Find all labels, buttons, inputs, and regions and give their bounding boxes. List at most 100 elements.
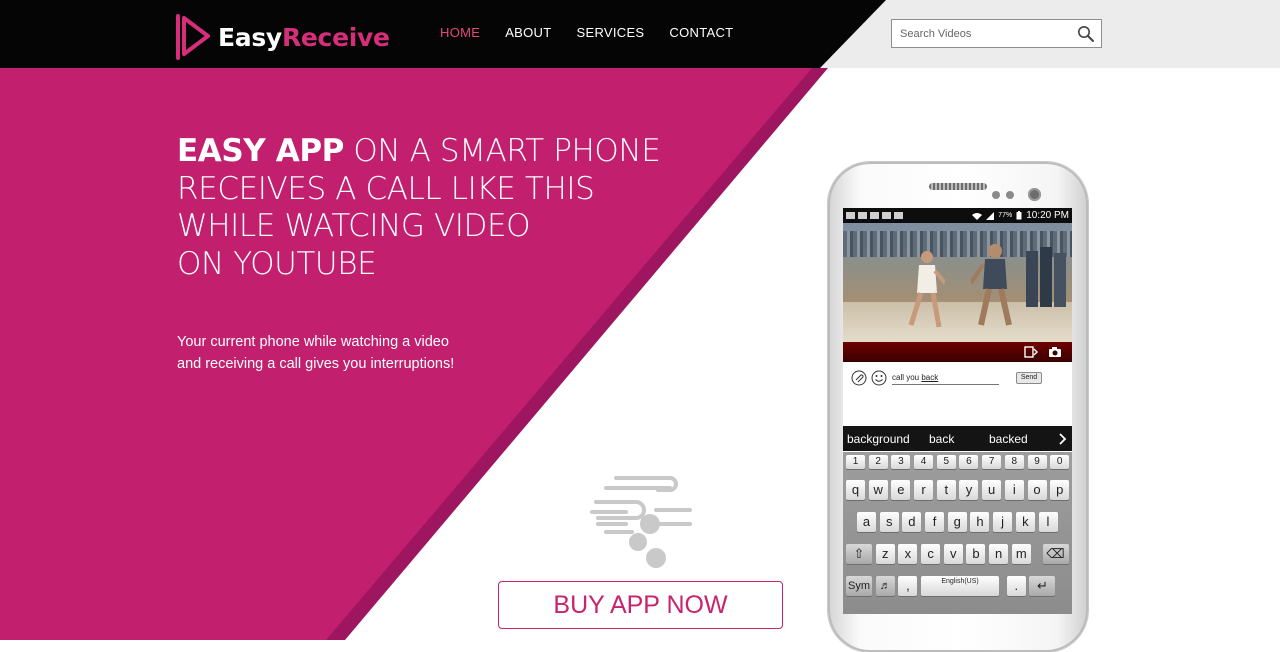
keyboard-key[interactable]: x xyxy=(898,544,918,564)
chevron-right-icon[interactable] xyxy=(1059,432,1067,445)
battery-icon xyxy=(1016,211,1022,220)
battery-level: 77% xyxy=(998,212,1013,219)
nav-home[interactable]: HOME xyxy=(440,25,480,40)
brand-name-easy: Easy xyxy=(218,22,282,52)
period-key[interactable]: . xyxy=(1006,576,1026,596)
hero-subtext: Your current phone while watching a vide… xyxy=(177,332,454,375)
call-alert-icon[interactable] xyxy=(1024,346,1038,358)
phone-mockup: 77% 10:20 PM call you back Send backgrou… xyxy=(828,162,1088,652)
hero-headline: EASY APP ON A SMART PHONE RECEIVES A CAL… xyxy=(177,133,661,283)
main-nav: HOME ABOUT SERVICES CONTACT xyxy=(440,25,733,40)
suggestion-bar: background back backed xyxy=(843,426,1072,451)
buy-app-button[interactable]: BUY APP NOW xyxy=(498,581,783,629)
keyboard-row-numbers: 1 2 3 4 5 6 7 8 9 0 xyxy=(846,455,1072,469)
comma-key[interactable]: , xyxy=(898,576,918,596)
keyboard-key[interactable]: s xyxy=(879,512,899,532)
headline-line4: ON YOUTUBE xyxy=(177,245,377,282)
chat-text: call you xyxy=(892,373,920,382)
video-control-bar xyxy=(843,342,1072,362)
headline-line2: RECEIVES A CALL LIKE THIS xyxy=(177,170,595,207)
keyboard-key[interactable]: 2 xyxy=(868,455,888,469)
attach-icon[interactable] xyxy=(851,370,867,386)
keyboard-key[interactable]: t xyxy=(936,480,956,500)
keyboard-row-asdf: a s d f g h j k l xyxy=(857,512,1061,532)
backspace-key[interactable]: ⌫ xyxy=(1042,544,1069,564)
keyboard-key[interactable]: r xyxy=(914,480,934,500)
video-figure xyxy=(908,251,945,328)
keyboard-key[interactable]: c xyxy=(921,544,941,564)
keyboard-key[interactable]: 9 xyxy=(1027,455,1047,469)
keyboard-key[interactable]: 0 xyxy=(1050,455,1070,469)
keyboard-key[interactable]: 4 xyxy=(914,455,934,469)
signal-icon xyxy=(986,211,995,220)
phone-speaker xyxy=(929,183,987,190)
keyboard-key[interactable]: u xyxy=(982,480,1002,500)
brand-name: EasyReceive xyxy=(218,23,390,52)
keyboard-key[interactable]: q xyxy=(846,480,865,500)
chat-text-underlined: back xyxy=(921,373,939,382)
brand-logo[interactable]: EasyReceive xyxy=(176,14,390,60)
notification-icons xyxy=(846,212,903,219)
keyboard-row-bottom: Sym ♬ , English(US) . ↵ xyxy=(846,576,1059,596)
nav-services[interactable]: SERVICES xyxy=(577,25,645,40)
enter-key[interactable]: ↵ xyxy=(1029,576,1056,596)
keyboard-key[interactable]: o xyxy=(1027,480,1047,500)
headline-line1-rest: ON A SMART PHONE xyxy=(343,133,661,169)
app-mark-icon xyxy=(590,476,692,568)
shift-key[interactable]: ⇧ xyxy=(846,544,872,564)
keyboard-key[interactable]: p xyxy=(1050,480,1070,500)
emoji-icon[interactable] xyxy=(871,370,887,386)
keyboard-row-zxcv: ⇧ z x c v b n m ⌫ xyxy=(846,544,1072,564)
keyboard-key[interactable]: 6 xyxy=(959,455,979,469)
search-input[interactable] xyxy=(892,20,1080,47)
phone-sensor xyxy=(992,191,1000,199)
headline-bold: EASY APP xyxy=(177,133,344,169)
status-time: 10:20 PM xyxy=(1026,210,1069,221)
keyboard-key[interactable]: d xyxy=(902,512,922,532)
chat-input-line xyxy=(892,384,999,385)
keyboard-key[interactable]: m xyxy=(1011,544,1031,564)
keyboard-key[interactable]: i xyxy=(1004,480,1024,500)
keyboard-key[interactable]: 5 xyxy=(936,455,956,469)
keyboard-key[interactable]: v xyxy=(943,544,963,564)
search-box xyxy=(891,19,1102,48)
keyboard: 1 2 3 4 5 6 7 8 9 0 q w e r t y u i o p … xyxy=(843,452,1072,614)
nav-about[interactable]: ABOUT xyxy=(505,25,551,40)
keyboard-key[interactable]: g xyxy=(947,512,967,532)
keyboard-key[interactable]: 3 xyxy=(891,455,911,469)
suggestion-item[interactable]: back xyxy=(929,432,989,446)
keyboard-key[interactable]: 7 xyxy=(982,455,1002,469)
search-icon[interactable] xyxy=(1077,25,1095,43)
status-bar: 77% 10:20 PM xyxy=(843,208,1072,223)
play-triangle-icon xyxy=(176,14,210,60)
video-player[interactable] xyxy=(843,223,1072,342)
keyboard-key[interactable]: e xyxy=(891,480,911,500)
video-figure xyxy=(971,244,1012,326)
keyboard-key[interactable]: z xyxy=(875,544,895,564)
keyboard-key[interactable]: l xyxy=(1038,512,1058,532)
subtext-line2: and receiving a call gives you interrupt… xyxy=(177,355,455,372)
keyboard-key[interactable]: j xyxy=(993,512,1013,532)
keyboard-key[interactable]: n xyxy=(989,544,1009,564)
camera-icon[interactable] xyxy=(1048,346,1062,358)
suggestion-item[interactable]: background xyxy=(847,432,929,446)
keyboard-key[interactable]: a xyxy=(857,512,876,532)
sym-key[interactable]: Sym xyxy=(846,576,872,596)
phone-camera xyxy=(1028,188,1041,201)
suggestion-item[interactable]: backed xyxy=(989,432,1059,446)
keyboard-key[interactable]: 8 xyxy=(1004,455,1024,469)
space-key[interactable]: English(US) xyxy=(921,576,1000,596)
keyboard-key[interactable]: w xyxy=(868,480,888,500)
keyboard-key[interactable]: y xyxy=(959,480,979,500)
keyboard-key[interactable]: h xyxy=(970,512,990,532)
keyboard-key[interactable]: b xyxy=(966,544,986,564)
chat-input[interactable]: call you back xyxy=(892,373,938,382)
keyboard-key[interactable]: 1 xyxy=(846,455,865,469)
wifi-icon xyxy=(972,212,983,220)
keyboard-key[interactable]: f xyxy=(925,512,945,532)
nav-contact[interactable]: CONTACT xyxy=(669,25,733,40)
send-button[interactable]: Send xyxy=(1016,372,1042,384)
brand-name-receive: Receive xyxy=(281,22,390,52)
keyboard-key[interactable]: k xyxy=(1015,512,1035,532)
mic-key[interactable]: ♬ xyxy=(875,576,895,596)
